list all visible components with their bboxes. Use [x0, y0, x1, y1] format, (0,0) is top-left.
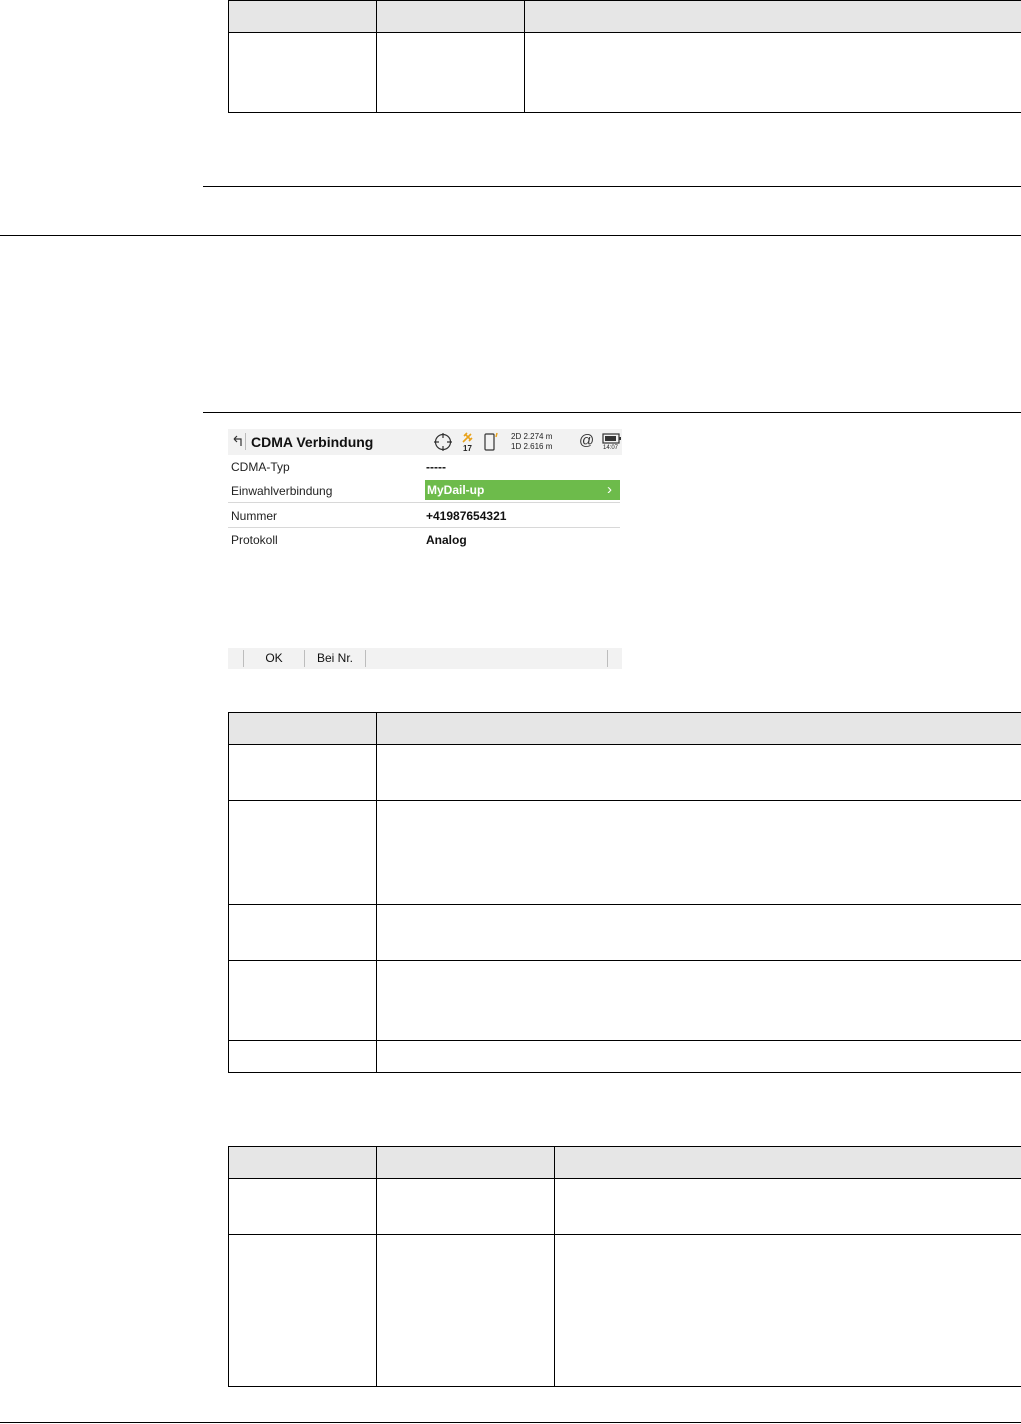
bottom-table: [228, 1146, 1021, 1387]
table-cell: [228, 1178, 377, 1235]
at-icon: @: [579, 432, 595, 449]
dialup-selector[interactable]: MyDail-up ›: [425, 480, 620, 500]
table-cell: [376, 1178, 555, 1235]
table-cell: [228, 744, 377, 801]
dialup-value: MyDail-up: [427, 483, 485, 497]
divider-line: [203, 186, 1021, 187]
bottom-table-header-1: [228, 1146, 377, 1179]
softkey-bar: OK Bei Nr.: [228, 648, 622, 669]
field-value: +41987654321: [426, 509, 507, 523]
top-table: [228, 0, 1021, 113]
field-label: CDMA-Typ: [231, 460, 290, 474]
crosshair-icon: [433, 432, 453, 452]
device-screen: CDMA Verbindung 17 2D 2.274 m 1D 2.616 m…: [228, 429, 622, 669]
field-row-protokoll[interactable]: Protokoll Analog: [228, 528, 620, 552]
top-table-header-1: [228, 0, 377, 33]
middle-table-header-1: [228, 712, 377, 745]
table-cell: [376, 960, 1021, 1041]
chevron-right-icon: ›: [607, 481, 612, 498]
back-icon[interactable]: [231, 433, 245, 449]
table-cell: [228, 800, 377, 905]
softkey-separator: [365, 650, 366, 667]
table-cell: [376, 1234, 555, 1387]
device-icon: [483, 432, 501, 452]
divider-line: [203, 412, 1021, 413]
top-table-header-2: [376, 0, 525, 33]
middle-table: [228, 712, 1021, 1073]
device-header: CDMA Verbindung 17 2D 2.274 m 1D 2.616 m…: [228, 429, 622, 455]
field-label: Einwahlverbindung: [231, 484, 333, 498]
field-row-nummer[interactable]: Nummer +41987654321: [228, 504, 620, 528]
table-cell: [376, 1040, 1021, 1073]
top-table-cell: [228, 32, 377, 113]
field-label: Protokoll: [231, 533, 278, 547]
field-value: -----: [426, 460, 446, 474]
accuracy-1d: 1D 2.616 m: [511, 442, 553, 451]
section-divider: [0, 235, 1021, 236]
bei-nr-button[interactable]: Bei Nr.: [305, 648, 365, 669]
field-label: Nummer: [231, 509, 278, 523]
table-cell: [554, 1178, 1021, 1235]
battery-icon: [602, 432, 622, 444]
table-cell: [376, 744, 1021, 801]
middle-table-header-2: [376, 712, 1021, 745]
table-cell: [376, 904, 1021, 961]
satellite-icon: [461, 431, 475, 443]
ok-button[interactable]: OK: [244, 648, 304, 669]
top-table-cell: [524, 32, 1021, 113]
table-cell: [228, 904, 377, 961]
battery-time: 14:07: [603, 445, 619, 451]
field-row-einwahlverbindung[interactable]: Einwahlverbindung MyDail-up ›: [228, 479, 620, 503]
satellite-count: 17: [463, 444, 472, 453]
field-row-cdma-typ[interactable]: CDMA-Typ -----: [228, 455, 620, 479]
bottom-table-header-2: [376, 1146, 555, 1179]
header-separator: [245, 433, 246, 450]
top-table-cell: [376, 32, 525, 113]
softkey-separator: [607, 650, 608, 667]
table-cell: [228, 960, 377, 1041]
table-cell: [228, 1234, 377, 1387]
table-cell: [554, 1234, 1021, 1387]
bottom-table-header-3: [554, 1146, 1021, 1179]
accuracy-2d: 2D 2.274 m: [511, 432, 553, 441]
top-table-header-3: [524, 0, 1021, 33]
row-divider: [228, 502, 620, 503]
footer-divider: [0, 1422, 1021, 1423]
table-cell: [228, 1040, 377, 1073]
screen-title: CDMA Verbindung: [251, 434, 374, 450]
table-cell: [376, 800, 1021, 905]
field-value: Analog: [426, 533, 467, 547]
